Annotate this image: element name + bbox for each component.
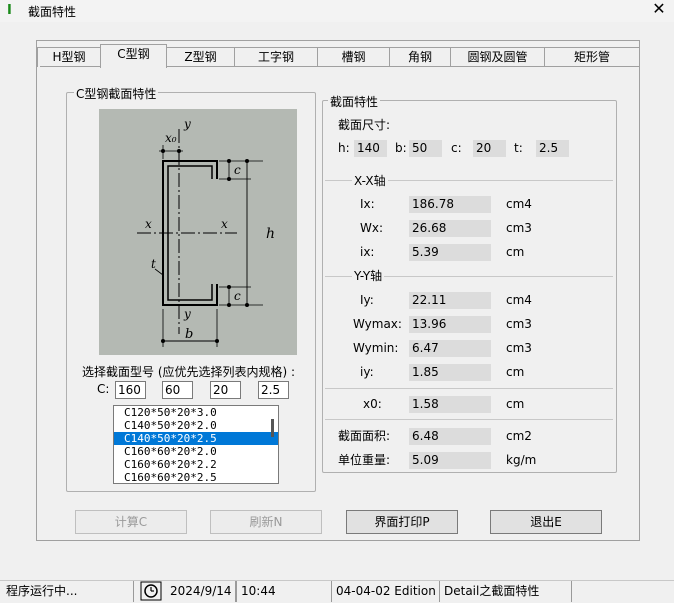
title-bar	[0, 0, 674, 22]
iy-radius-label: iy:	[360, 365, 374, 379]
status-date: 2024/9/14	[166, 581, 236, 602]
b-dim-value: 50	[409, 140, 442, 157]
area-value: 6.48	[409, 428, 491, 445]
tab-angle[interactable]: 角钢	[389, 47, 451, 67]
status-time: 10:44	[236, 581, 332, 602]
list-item[interactable]: C120*50*20*3.0	[114, 406, 278, 419]
area-label: 截面面积:	[338, 429, 391, 443]
exit-button[interactable]: 退出E	[490, 510, 602, 534]
wymax-label: Wymax:	[353, 317, 402, 331]
y-top-label: y	[184, 117, 191, 131]
wx-unit: cm3	[506, 221, 532, 235]
t-input[interactable]: 2.5	[258, 381, 289, 399]
ix-moment-unit: cm4	[506, 197, 532, 211]
section-properties-title: 截面特性	[328, 93, 381, 110]
iy-moment-label: Iy:	[360, 293, 374, 307]
ix-radius-label: ix:	[360, 245, 375, 259]
c-bottom-label: c	[234, 289, 241, 303]
x0-unit: cm	[506, 397, 525, 411]
c-section-diagram: x₀ y y x x c c h t b	[99, 109, 297, 355]
b-input[interactable]: 60	[162, 381, 193, 399]
area-unit: cm2	[506, 429, 532, 443]
c-prefix-label: C:	[97, 382, 110, 396]
tab-z-steel[interactable]: Z型钢	[166, 47, 235, 67]
c-dim-value: 20	[473, 140, 506, 157]
ix-moment-label: Ix:	[360, 197, 375, 211]
wymax-value: 13.96	[409, 316, 491, 333]
iy-radius-value: 1.85	[409, 364, 491, 381]
b-dim-label: b:	[395, 141, 407, 155]
list-item-selected[interactable]: C140*50*20*2.5	[114, 432, 278, 445]
calculate-button[interactable]: 计算C	[75, 510, 187, 534]
refresh-button[interactable]: 刷新N	[210, 510, 322, 534]
app-icon: I	[7, 3, 12, 18]
ix-moment-value: 186.78	[409, 196, 491, 213]
wymin-label: Wymin:	[353, 341, 399, 355]
tab-channel[interactable]: 槽钢	[317, 47, 390, 67]
section-list[interactable]: C120*50*20*3.0 C140*50*20*2.0 C140*50*20…	[113, 405, 279, 484]
status-text: 程序运行中...	[2, 581, 134, 602]
yy-axis-title: Y-Y轴	[352, 268, 385, 285]
t-label: t	[151, 257, 156, 271]
wx-value: 26.68	[409, 220, 491, 237]
status-edition: 04-04-02 Edition	[332, 581, 440, 602]
t-dim-label: t:	[514, 141, 523, 155]
wymin-value: 6.47	[409, 340, 491, 357]
t-dim-value: 2.5	[536, 140, 569, 157]
tab-h-steel[interactable]: H型钢	[37, 47, 101, 67]
x0-value: 1.58	[409, 396, 491, 413]
tab-rect-pipe[interactable]: 矩形管	[544, 47, 640, 67]
list-scrollbar[interactable]	[271, 419, 274, 437]
weight-value: 5.09	[409, 452, 491, 469]
wymin-unit: cm3	[506, 341, 532, 355]
status-info: Detail之截面特性	[440, 581, 572, 602]
h-dim-value: 140	[354, 140, 387, 157]
window-title: 截面特性	[28, 5, 77, 19]
ix-radius-value: 5.39	[409, 244, 491, 261]
list-item[interactable]: C160*60*20*2.5	[114, 471, 278, 483]
x-right-label: x	[221, 217, 228, 231]
wx-label: Wx:	[360, 221, 384, 235]
x0-label: x₀	[165, 131, 177, 145]
list-item[interactable]: C160*60*20*2.0	[114, 445, 278, 458]
tab-c-steel[interactable]: C型钢	[100, 44, 167, 68]
c-top-label: c	[234, 163, 241, 177]
weight-label: 单位重量:	[338, 453, 391, 467]
close-button[interactable]: ✕	[648, 0, 670, 20]
list-item[interactable]: C160*60*20*2.2	[114, 458, 278, 471]
h-input[interactable]: 160	[115, 381, 146, 399]
select-section-label: 选择截面型号 (应优先选择列表内规格) :	[82, 365, 296, 379]
c-input[interactable]: 20	[210, 381, 241, 399]
iy-moment-unit: cm4	[506, 293, 532, 307]
ix-radius-unit: cm	[506, 245, 525, 259]
tab-i-beam[interactable]: 工字钢	[234, 47, 318, 67]
x0-label: x0:	[363, 397, 382, 411]
c-section-group-title: C型钢截面特性	[74, 85, 159, 102]
tab-round-pipe[interactable]: 圆钢及圆管	[450, 47, 545, 67]
x-left-label: x	[145, 217, 152, 231]
c-dim-label: c:	[451, 141, 462, 155]
wymax-unit: cm3	[506, 317, 532, 331]
clock-icon	[140, 581, 164, 602]
divider	[325, 388, 613, 389]
divider	[325, 419, 613, 420]
iy-moment-value: 22.11	[409, 292, 491, 309]
b-label: b	[185, 327, 194, 342]
print-button[interactable]: 界面打印P	[346, 510, 458, 534]
list-item[interactable]: C140*50*20*2.0	[114, 419, 278, 432]
weight-unit: kg/m	[506, 453, 537, 467]
dimensions-title: 截面尺寸:	[338, 118, 391, 132]
h-dim-label: h:	[338, 141, 350, 155]
h-label: h	[266, 226, 276, 242]
xx-axis-title: X-X轴	[352, 173, 388, 190]
y-bottom-label: y	[184, 307, 191, 321]
iy-radius-unit: cm	[506, 365, 525, 379]
